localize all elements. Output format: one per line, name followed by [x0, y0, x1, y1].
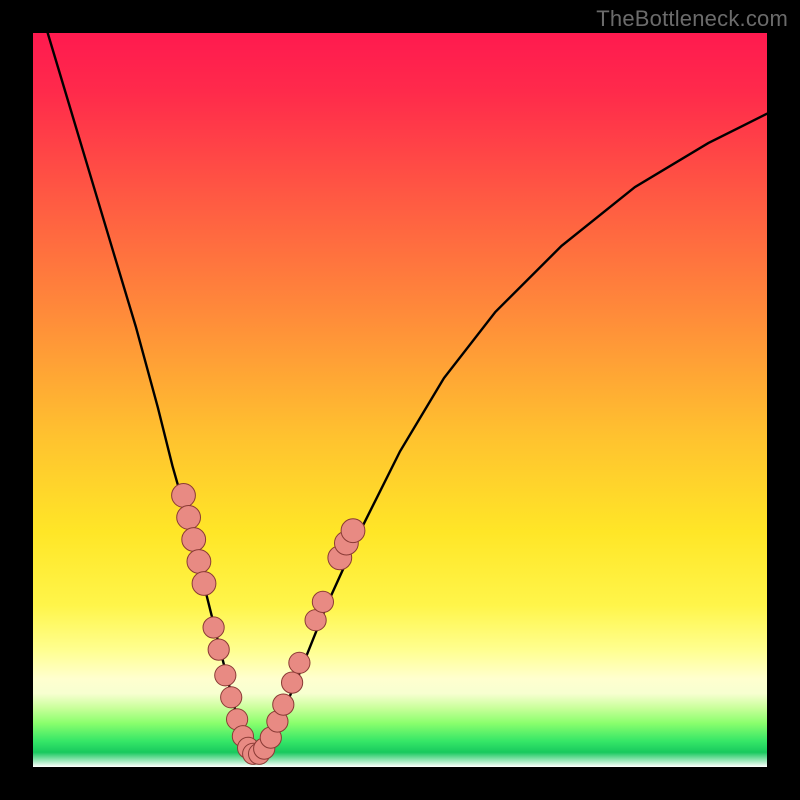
curve-marker: [208, 639, 229, 660]
curve-marker: [203, 617, 224, 638]
curve-marker: [192, 572, 216, 596]
curve-marker: [182, 528, 206, 552]
curve-marker: [282, 672, 303, 693]
watermark-text: TheBottleneck.com: [596, 6, 788, 32]
curve-marker: [312, 591, 333, 612]
curve-marker: [221, 687, 242, 708]
curve-marker: [289, 652, 310, 673]
curve-marker: [341, 519, 365, 543]
outer-frame: TheBottleneck.com: [0, 0, 800, 800]
curve-markers: [172, 484, 365, 765]
curve-marker: [172, 484, 196, 508]
bottleneck-curve: [48, 33, 767, 756]
curve-marker: [215, 665, 236, 686]
chart-svg: [33, 33, 767, 767]
curve-marker: [177, 506, 201, 530]
plot-area: [33, 33, 767, 767]
curve-marker: [187, 550, 211, 574]
curve-marker: [273, 694, 294, 715]
